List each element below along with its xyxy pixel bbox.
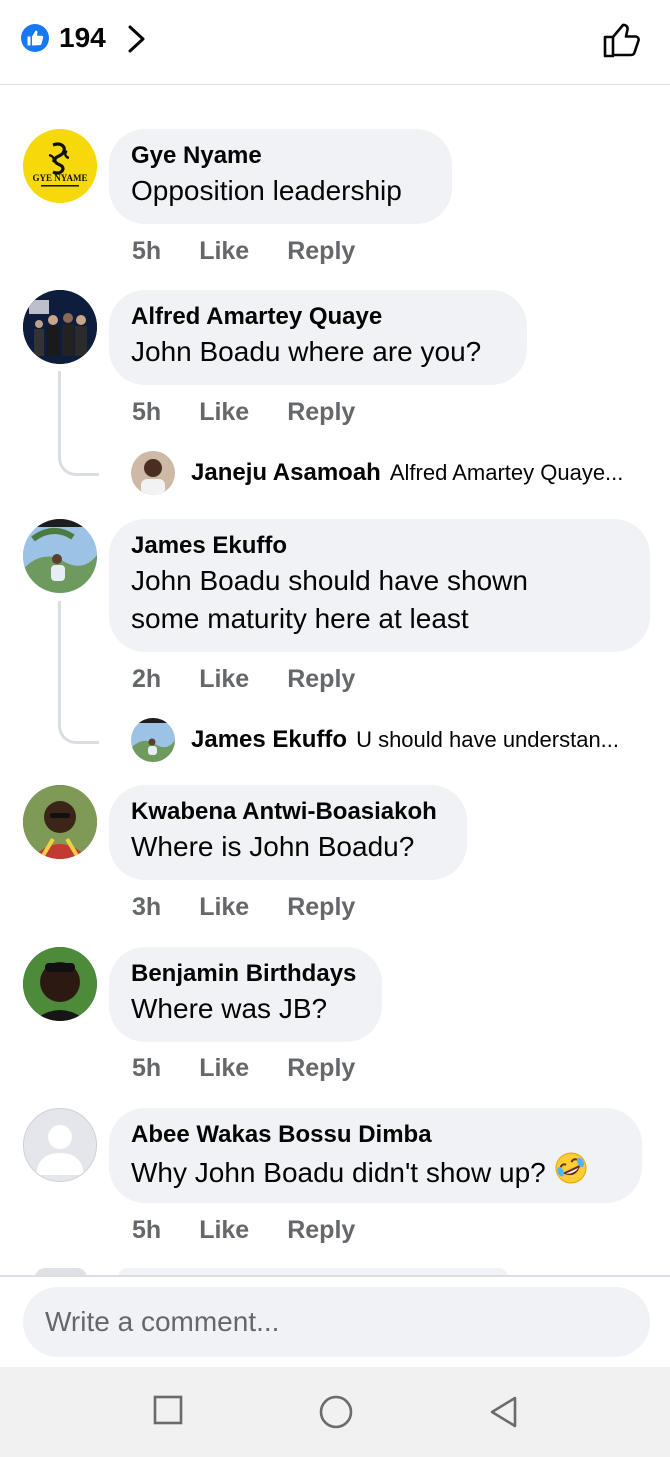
comment-time[interactable]: 5h (132, 398, 161, 427)
comment-actions: 2h Like Reply (132, 665, 393, 694)
comment-text: Where was JB? (131, 993, 328, 1024)
reply-button[interactable]: Reply (287, 1054, 355, 1083)
like-button[interactable]: Like (199, 665, 249, 694)
comment-time[interactable]: 3h (132, 893, 161, 922)
avatar[interactable] (23, 785, 97, 859)
comment-actions: 5h Like Reply (132, 1216, 393, 1245)
reply-author[interactable]: Janeju Asamoah (191, 459, 381, 487)
reply-button[interactable]: Reply (287, 237, 355, 266)
circle-home-icon[interactable] (318, 1394, 354, 1435)
thread-connector (58, 371, 99, 476)
comment-author[interactable]: Alfred Amartey Quaye (131, 303, 505, 331)
comment-time[interactable]: 5h (132, 237, 161, 266)
avatar[interactable] (131, 451, 175, 495)
avatar[interactable] (23, 290, 97, 364)
reaction-count[interactable]: 194 (59, 22, 106, 54)
comment-author[interactable]: Kwabena Antwi-Boasiakoh (131, 798, 445, 826)
reply-button[interactable]: Reply (287, 893, 355, 922)
comment-time[interactable]: 2h (132, 665, 161, 694)
reply-button[interactable]: Reply (287, 1216, 355, 1245)
square-recents-icon[interactable] (153, 1395, 183, 1430)
comment-actions: 5h Like Reply (132, 237, 393, 266)
comment-time[interactable]: 5h (132, 1054, 161, 1083)
comment-text-row: Why John Boadu didn't show up? (131, 1151, 620, 1195)
comment-actions: 5h Like Reply (132, 1054, 393, 1083)
reactions-header: 194 (0, 0, 670, 85)
comment-author[interactable]: Gye Nyame (131, 142, 430, 170)
reply-snippet: Alfred Amartey Quaye... (389, 460, 624, 485)
like-button[interactable]: Like (199, 1216, 249, 1245)
comment-bubble[interactable]: Benjamin Birthdays Where was JB? (109, 947, 382, 1042)
comment-text: Why John Boadu didn't show up? (131, 1157, 546, 1188)
like-button[interactable]: Like (199, 398, 249, 427)
comment-author[interactable]: Abee Wakas Bossu Dimba (131, 1121, 620, 1149)
comment-bubble[interactable]: Kwabena Antwi-Boasiakoh Where is John Bo… (109, 785, 467, 880)
comment-author[interactable]: Benjamin Birthdays (131, 960, 360, 988)
reply-preview[interactable]: Janeju Asamoah Alfred Amartey Quaye... (131, 451, 623, 495)
triangle-back-icon[interactable] (488, 1395, 518, 1434)
comment-time[interactable]: 5h (132, 1216, 161, 1245)
reply-preview[interactable]: James Ekuffo U should have understan... (131, 718, 619, 762)
avatar[interactable] (23, 519, 97, 593)
comment-text: Where is John Boadu? (131, 831, 415, 862)
comment-text-line: some maturity here at least (131, 603, 469, 634)
reply-button[interactable]: Reply (287, 398, 355, 427)
comment-actions: 3h Like Reply (132, 893, 393, 922)
default-avatar-icon[interactable] (23, 1108, 97, 1182)
reply-author[interactable]: James Ekuffo (191, 726, 347, 754)
reply-snippet: U should have understan... (356, 727, 620, 752)
avatar[interactable]: GYE NYAME (23, 129, 97, 203)
comment-input[interactable] (23, 1287, 650, 1357)
avatar[interactable] (131, 718, 175, 762)
comment-bubble (118, 1268, 508, 1275)
like-button[interactable]: Like (199, 893, 249, 922)
thumbs-up-outline-icon[interactable] (602, 20, 642, 65)
system-navigation-bar (0, 1367, 670, 1457)
comment-bubble[interactable]: James Ekuffo John Boadu should have show… (109, 519, 650, 652)
like-reaction-icon[interactable] (21, 24, 49, 52)
thread-connector (58, 601, 99, 744)
comments-list: GYE NYAME Gye Nyame Opposition leadershi… (0, 85, 670, 1275)
like-button[interactable]: Like (199, 237, 249, 266)
rolling-on-floor-laughing-emoji (554, 1151, 588, 1195)
reply-button[interactable]: Reply (287, 665, 355, 694)
comment-text: Opposition leadership (131, 175, 402, 206)
comment-bubble[interactable]: Alfred Amartey Quaye John Boadu where ar… (109, 290, 527, 385)
comment-text-line: John Boadu should have shown (131, 565, 528, 596)
comment-bubble[interactable]: Gye Nyame Opposition leadership (109, 129, 452, 224)
comment-actions: 5h Like Reply (132, 398, 393, 427)
comment-composer (0, 1275, 670, 1369)
comment-text: John Boadu where are you? (131, 336, 482, 367)
svg-text:GYE NYAME: GYE NYAME (33, 173, 88, 183)
chevron-right-icon[interactable] (126, 24, 148, 59)
avatar (35, 1268, 87, 1275)
like-button[interactable]: Like (199, 1054, 249, 1083)
comment-author[interactable]: James Ekuffo (131, 532, 628, 560)
comment-bubble[interactable]: Abee Wakas Bossu Dimba Why John Boadu di… (109, 1108, 642, 1203)
avatar[interactable] (23, 947, 97, 1021)
